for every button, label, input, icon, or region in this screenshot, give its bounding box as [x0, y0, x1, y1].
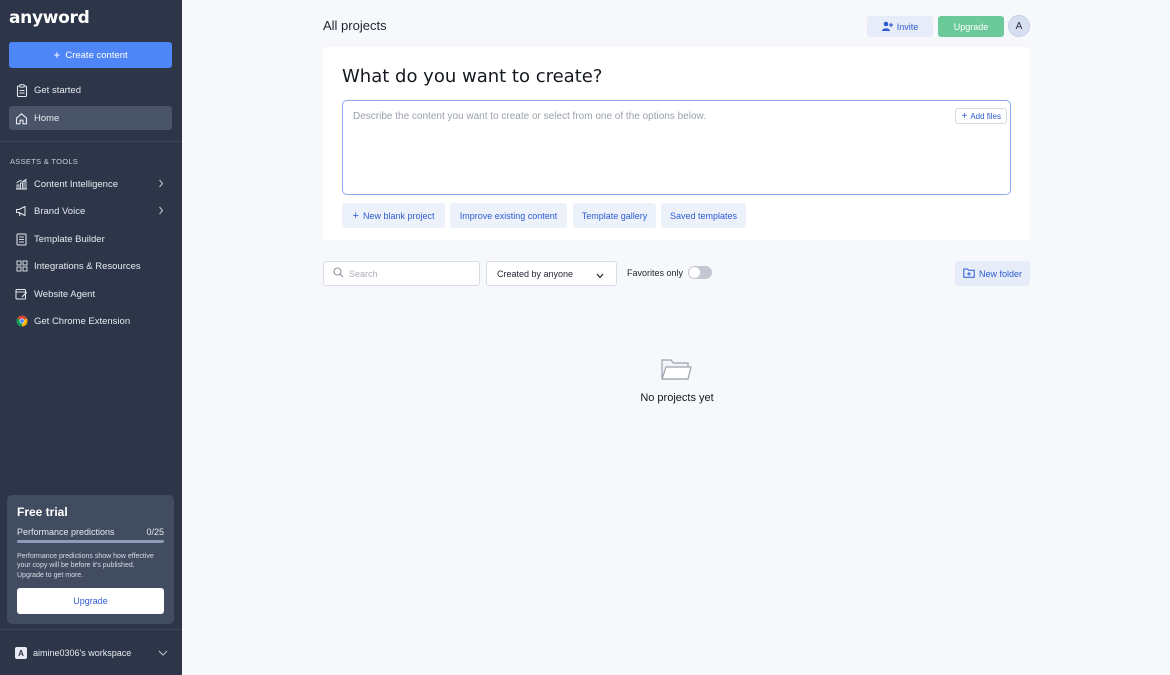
chart-icon [15, 178, 28, 191]
plus-icon: + [352, 209, 359, 222]
workspace-switcher[interactable]: A aimine0306's workspace [0, 640, 182, 666]
home-icon [15, 112, 28, 125]
chip-label: Improve existing content [459, 210, 558, 221]
create-card: What do you want to create? + Add files … [323, 47, 1030, 240]
edit-page-icon [15, 288, 28, 301]
performance-predictions-label: Performance predictions [17, 527, 115, 537]
chip-label: New blank project [362, 210, 435, 221]
created-by-value: Created by anyone [497, 268, 574, 279]
saved-templates-button[interactable]: Saved templates [661, 203, 746, 228]
performance-predictions-row: Performance predictions 0/25 [17, 527, 164, 537]
favorites-only-toggle[interactable] [688, 266, 712, 279]
sidebar-item-integrations[interactable]: Integrations & Resources [9, 254, 172, 278]
sidebar-item-template-builder[interactable]: Template Builder [9, 227, 172, 251]
sidebar-item-chrome-extension[interactable]: Get Chrome Extension [9, 309, 172, 333]
add-user-icon [881, 21, 893, 33]
sidebar-item-content-intelligence[interactable]: Content Intelligence [9, 172, 172, 196]
user-avatar[interactable]: A [1008, 15, 1030, 37]
chip-label: Template gallery [581, 210, 648, 221]
sidebar: anyword + Create content Get started Hom… [0, 0, 182, 675]
section-label-assets-tools: ASSETS & TOOLS [10, 157, 79, 166]
template-gallery-button[interactable]: Template gallery [573, 203, 656, 228]
sidebar-item-label: Content Intelligence [34, 178, 118, 190]
chevron-right-icon [158, 179, 164, 191]
chrome-icon [15, 315, 28, 328]
content-prompt-input[interactable] [353, 111, 953, 181]
plus-icon: + [53, 48, 61, 62]
sidebar-divider [0, 141, 182, 142]
created-by-dropdown[interactable]: Created by anyone [486, 261, 617, 286]
performance-predictions-progress [17, 540, 164, 543]
grid-icon [15, 260, 28, 273]
chip-label: Saved templates [669, 210, 738, 221]
sidebar-item-home[interactable]: Home [9, 106, 172, 130]
chevron-down-icon [596, 271, 604, 281]
workspace-avatar: A [15, 647, 27, 659]
sidebar-item-website-agent[interactable]: Website Agent [9, 282, 172, 306]
upgrade-button[interactable]: Upgrade [938, 16, 1004, 37]
plus-icon: + [961, 110, 968, 122]
empty-state-text: No projects yet [640, 392, 714, 404]
invite-label: Invite [896, 21, 919, 32]
free-trial-card: Free trial Performance predictions 0/25 … [7, 495, 174, 624]
anyword-logo[interactable]: anyword [9, 8, 90, 28]
megaphone-icon [15, 205, 28, 218]
prompt-box: + Add files [342, 100, 1011, 195]
new-folder-button[interactable]: New folder [955, 261, 1030, 286]
add-files-label: Add files [970, 111, 1001, 121]
page-title: All projects [323, 18, 387, 33]
create-content-label: Create content [65, 49, 128, 61]
free-trial-description: Performance predictions show how effecti… [17, 553, 154, 579]
chevron-down-icon [158, 648, 168, 658]
favorites-only-label: Favorites only [627, 268, 684, 278]
improve-existing-content-button[interactable]: Improve existing content [450, 203, 567, 228]
invite-button[interactable]: Invite [867, 16, 933, 37]
sidebar-item-label: Home [34, 112, 60, 124]
sidebar-item-get-started[interactable]: Get started [9, 78, 172, 102]
add-files-button[interactable]: + Add files [955, 108, 1007, 124]
performance-predictions-count: 0/25 [146, 527, 164, 537]
empty-folder-icon [660, 357, 692, 387]
search-input[interactable] [349, 268, 469, 279]
free-trial-title: Free trial [17, 505, 68, 519]
sidebar-item-brand-voice[interactable]: Brand Voice [9, 199, 172, 223]
new-folder-label: New folder [978, 268, 1023, 279]
sidebar-item-label: Get Chrome Extension [34, 315, 131, 327]
sidebar-item-label: Get started [34, 84, 81, 96]
sidebar-item-label: Website Agent [34, 288, 96, 300]
sidebar-item-label: Integrations & Resources [34, 260, 141, 272]
sidebar-item-label: Brand Voice [34, 205, 86, 217]
search-icon [333, 265, 344, 283]
new-blank-project-button[interactable]: + New blank project [342, 203, 445, 228]
chevron-right-icon [158, 206, 164, 218]
toggle-knob [689, 267, 700, 278]
sidebar-divider [0, 629, 182, 630]
search-box [323, 261, 480, 286]
sidebar-item-label: Template Builder [34, 233, 105, 245]
create-content-button[interactable]: + Create content [9, 42, 172, 68]
workspace-name: aimine0306's workspace [33, 648, 132, 658]
add-folder-icon [963, 268, 975, 280]
clipboard-icon [15, 83, 28, 97]
trial-upgrade-button[interactable]: Upgrade [17, 588, 164, 614]
create-heading: What do you want to create? [342, 66, 603, 87]
document-icon [15, 233, 28, 246]
